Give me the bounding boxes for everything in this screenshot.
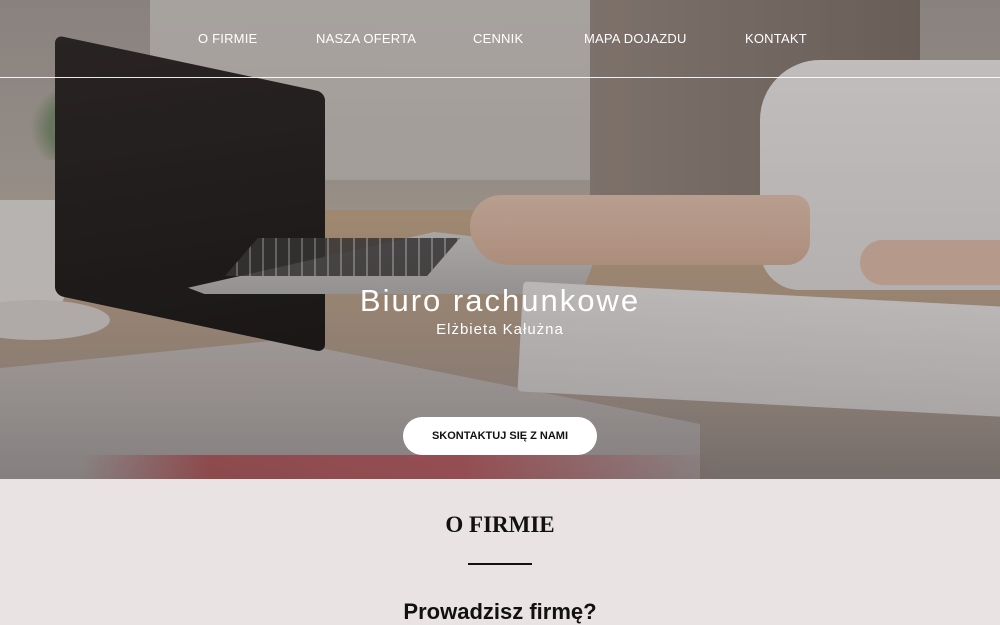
nav-item-o-firmie[interactable]: O FIRMIE bbox=[198, 31, 257, 46]
nav-item-cennik[interactable]: CENNIK bbox=[473, 31, 523, 46]
hero-title: Biuro rachunkowe bbox=[359, 283, 641, 318]
nav-item-kontakt[interactable]: KONTAKT bbox=[745, 31, 807, 46]
about-section: O FIRMIE Prowadzisz firmę? bbox=[0, 479, 1000, 624]
title-divider bbox=[468, 563, 532, 565]
about-section-heading: Prowadzisz firmę? bbox=[403, 599, 597, 624]
about-section-title: O FIRMIE bbox=[445, 512, 555, 537]
hero-subtitle: Elżbieta Kałużna bbox=[436, 321, 564, 338]
contact-us-button[interactable]: SKONTAKTUJ SIĘ Z NAMI bbox=[403, 417, 597, 455]
nav-item-nasza-oferta[interactable]: NASZA OFERTA bbox=[316, 31, 416, 46]
hero-section: O FIRMIE NASZA OFERTA CENNIK MAPA DOJAZD… bbox=[0, 0, 1000, 479]
main-navigation: O FIRMIE NASZA OFERTA CENNIK MAPA DOJAZD… bbox=[0, 0, 1000, 78]
nav-item-mapa-dojazdu[interactable]: MAPA DOJAZDU bbox=[584, 31, 687, 46]
